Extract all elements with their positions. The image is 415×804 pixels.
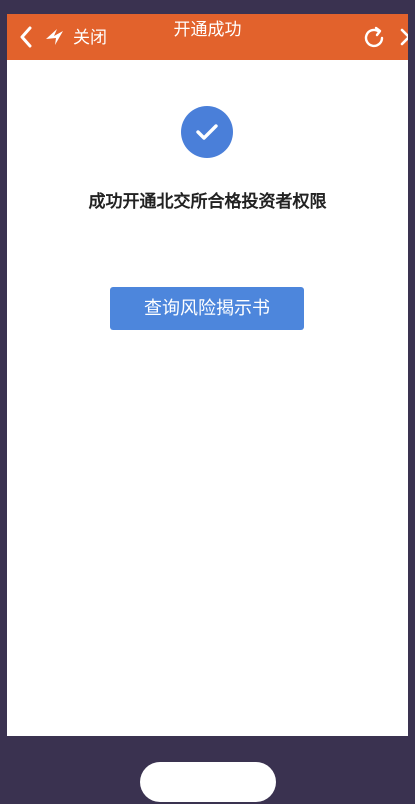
success-message: 成功开通北交所合格投资者权限: [88, 192, 327, 212]
back-button[interactable]: [15, 24, 37, 50]
device-frame: 关闭 开通成功 成功开通北交所合格投资者权限 查询风险揭示书: [0, 0, 415, 804]
header-bar: 关闭 开通成功: [7, 14, 408, 60]
check-icon: [196, 124, 218, 140]
page-title: 开通成功: [173, 20, 242, 40]
home-indicator-button[interactable]: [140, 762, 276, 802]
success-status-icon: [181, 106, 233, 158]
brand-logo-icon: [46, 29, 63, 45]
view-risk-disclosure-button[interactable]: 查询风险揭示书: [110, 287, 304, 330]
chevron-right-icon[interactable]: [399, 27, 408, 47]
chevron-left-icon: [20, 26, 32, 48]
refresh-icon[interactable]: [361, 25, 387, 51]
close-button[interactable]: 关闭: [73, 27, 107, 49]
app-screen: 关闭 开通成功 成功开通北交所合格投资者权限 查询风险揭示书: [7, 14, 408, 736]
